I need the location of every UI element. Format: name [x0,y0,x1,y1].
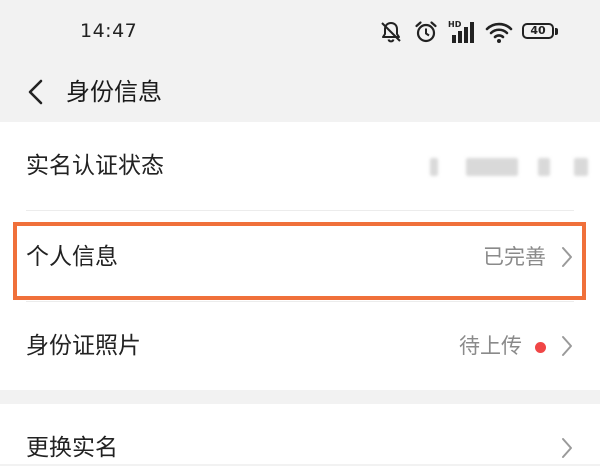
row-value: 待上传 [459,334,522,358]
chevron-left-icon [28,79,43,105]
row-value: 已完善 [483,245,546,269]
bell-muted-icon [378,19,404,45]
page-title: 身份信息 [66,78,162,106]
notification-dot [535,342,546,353]
status-icons: HD 40 [378,18,560,46]
status-time: 14:47 [80,20,138,42]
back-button[interactable] [18,72,54,112]
alarm-icon [413,19,439,45]
row-label: 个人信息 [26,244,118,270]
battery-icon: 40 [522,22,560,42]
wifi-icon [485,20,513,44]
chevron-right-icon [562,336,572,356]
row-label: 实名认证状态 [26,153,164,179]
network-badge: HD [448,20,462,29]
row-label: 身份证照片 [26,333,141,359]
chevron-right-icon [562,247,572,267]
row-change-real-name[interactable]: 更换实名 [0,404,600,464]
nav-header: 身份信息 [0,62,600,122]
identity-info-list: 实名认证状态 个人信息 已完善 身份证照片 待上传 [0,122,600,390]
row-id-photo[interactable]: 身份证照片 待上传 [0,302,600,390]
row-personal-info[interactable]: 个人信息 已完善 [0,213,600,301]
battery-level: 40 [530,24,546,37]
chevron-right-icon [562,438,572,458]
row-verification-status[interactable]: 实名认证状态 [0,122,600,210]
status-bar: 14:47 HD 40 [0,0,600,62]
signal-icon: HD [448,19,476,45]
blurred-status-value [430,156,588,178]
row-label: 更换实名 [26,435,118,461]
divider [26,210,574,211]
